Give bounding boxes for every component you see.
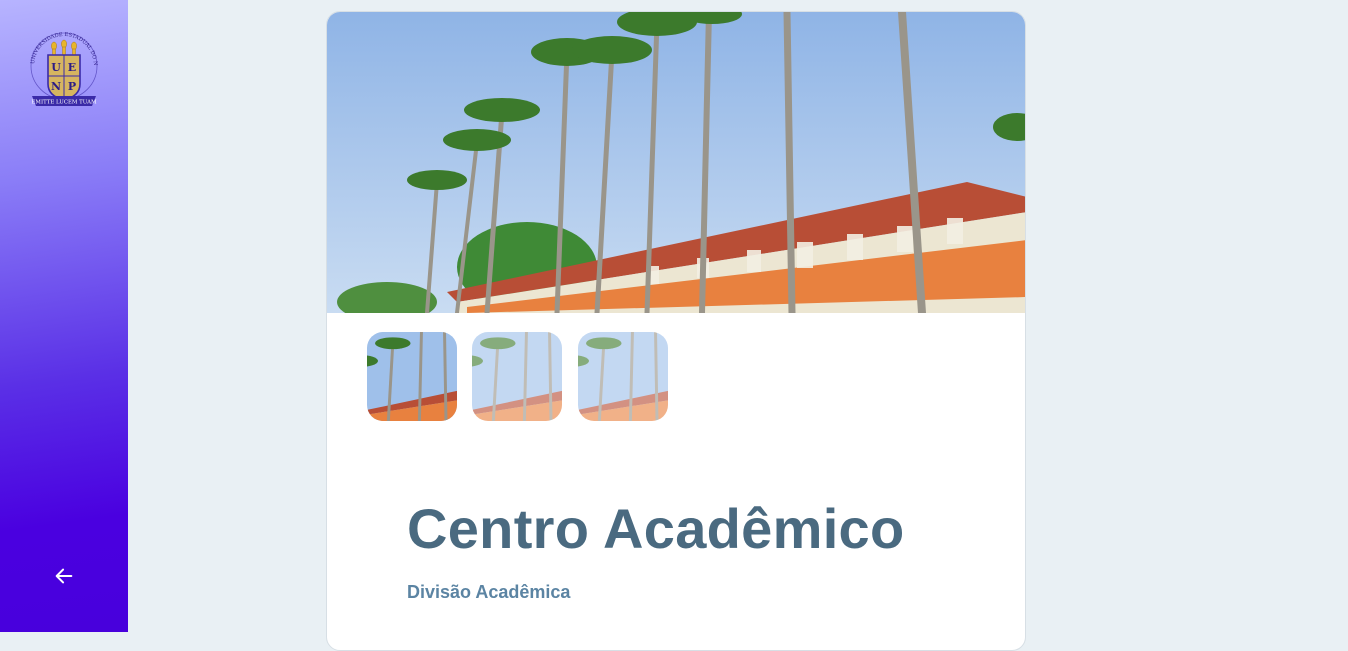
uenp-logo[interactable]: UNIVERSIDADE ESTADUAL DO NORTE DO PARANÁ… — [25, 21, 100, 112]
logo-letter-p: P — [68, 80, 76, 93]
page-title: Centro Acadêmico — [407, 497, 905, 560]
content-card: Centro Acadêmico Divisão Acadêmica — [326, 11, 1026, 651]
thumbnail-2[interactable] — [472, 332, 562, 421]
page-subtitle: Divisão Acadêmica — [407, 582, 571, 602]
logo-letter-u: U — [51, 61, 61, 74]
logo-banner-text: EMITTE LUCEM TUAM — [31, 100, 97, 106]
thumbnail-1[interactable] — [367, 332, 457, 421]
logo-letter-e: E — [68, 61, 76, 74]
thumbnail-3[interactable] — [578, 332, 668, 421]
campus-building-palm-trees-photo — [367, 332, 457, 421]
back-button[interactable] — [48, 560, 80, 592]
campus-building-palm-trees-photo — [578, 332, 668, 421]
sidebar: UNIVERSIDADE ESTADUAL DO NORTE DO PARANÁ… — [0, 0, 128, 632]
arrow-left-icon — [55, 568, 73, 584]
campus-building-palm-trees-photo — [472, 332, 562, 421]
logo-letter-n: N — [51, 80, 61, 93]
main-image — [327, 12, 1025, 322]
uenp-crest-logo-icon: UNIVERSIDADE ESTADUAL DO NORTE DO PARANÁ… — [25, 21, 98, 106]
campus-building-palm-trees-photo — [327, 12, 1025, 322]
